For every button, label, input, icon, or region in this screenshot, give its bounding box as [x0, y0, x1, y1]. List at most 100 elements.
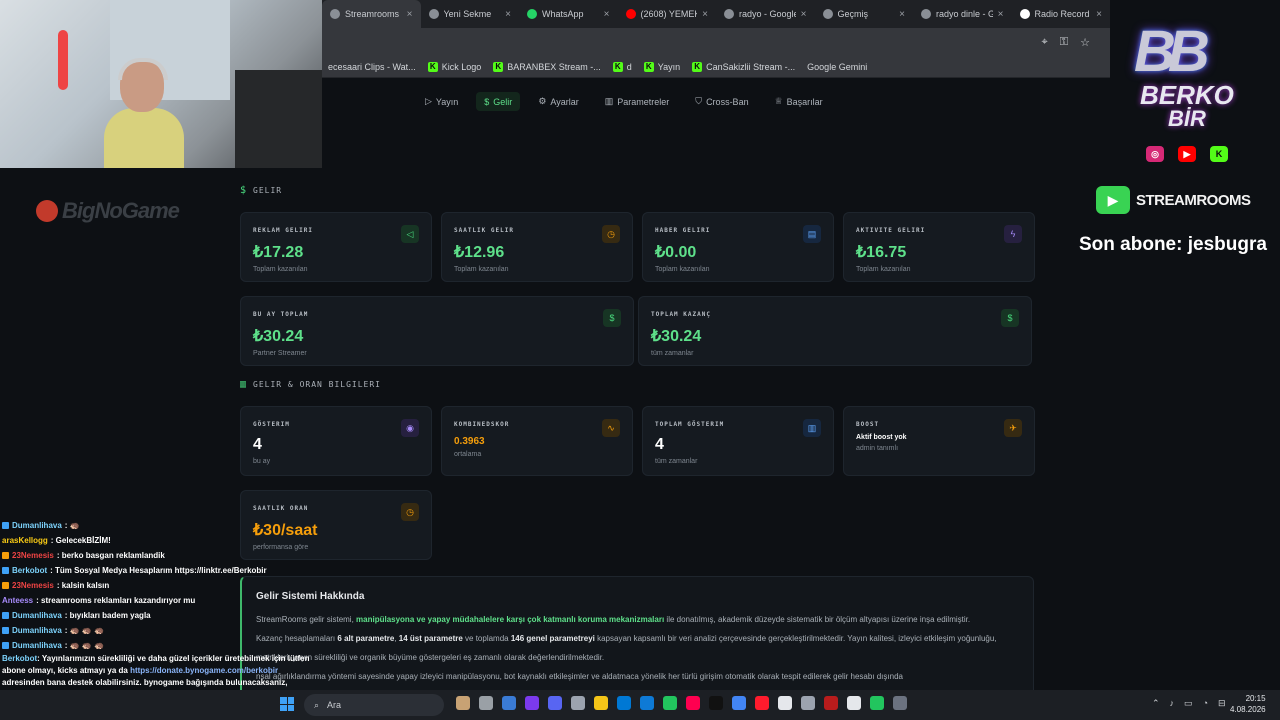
speaker-icon[interactable]: ♪ — [1170, 698, 1175, 709]
tab-yayın[interactable]: ▷ Yayın — [417, 92, 466, 111]
location-icon[interactable]: ⌖ — [1042, 36, 1048, 49]
nav-tab-label: Cross-Ban — [706, 96, 749, 107]
taskbar-app-icon[interactable] — [686, 696, 700, 710]
address-bar[interactable]: ⌖ ⚿ ☆ — [322, 28, 1110, 56]
taskbar-app-icon[interactable] — [479, 696, 493, 710]
tab-parametreler[interactable]: ▥ Parametreler — [597, 92, 678, 111]
taskbar-app-icon[interactable] — [893, 696, 907, 710]
card-icon: ϟ — [1004, 225, 1022, 243]
card-value: ₺12.96 — [454, 244, 505, 261]
bookmark-item[interactable]: K Yayın — [643, 61, 680, 72]
chat-username[interactable]: Dumanlihava — [12, 518, 62, 533]
taskbar-clock[interactable]: 20:15 4.08.2026 — [1230, 693, 1266, 715]
card-icon: $ — [603, 309, 621, 327]
card-label: GÖSTERIM — [253, 421, 290, 428]
taskbar-app-icon[interactable] — [801, 696, 815, 710]
wifi-icon[interactable]: ◔ — [1203, 698, 1208, 709]
close-icon[interactable]: × — [702, 9, 708, 20]
chat-username[interactable]: 23Nemesis — [12, 548, 54, 563]
stream-chat: Dumanlihava: 🦔 arasKellogg: GelecekBİZİM!… — [0, 518, 316, 716]
chat-username[interactable]: Berkobot — [12, 563, 47, 578]
bookmark-label: CanSakizlii Stream -... — [706, 61, 796, 72]
browser-tab[interactable]: (2608) YEMEK × — [618, 0, 717, 28]
dollar-icon: $ — [240, 185, 248, 196]
close-icon[interactable]: × — [899, 9, 905, 20]
bookmark-item[interactable]: Kd — [612, 61, 632, 72]
chat-username[interactable]: Dumanlihava — [12, 638, 62, 653]
chat-username[interactable]: Berkobot — [2, 654, 37, 663]
tab-label: Yeni Sekme — [443, 9, 492, 19]
kick-icon: K — [612, 61, 623, 72]
taskbar-app-icon[interactable] — [778, 696, 792, 710]
chat-text: : kalsin kalsın — [56, 581, 110, 590]
close-icon[interactable]: × — [407, 9, 413, 20]
bookmark-label: ecesaari Clips - Wat... — [328, 61, 416, 72]
bookmark-item[interactable]: K CanSakizlii Stream -... — [692, 61, 796, 72]
taskbar-app-icon[interactable] — [870, 696, 884, 710]
tab-gelir[interactable]: $ Gelir — [476, 92, 521, 111]
browser-tab[interactable]: radyo - Google × — [716, 0, 815, 28]
taskbar-app-icon[interactable] — [824, 696, 838, 710]
donate-link[interactable]: https://donate.bynogame.com/berkobir — [130, 666, 278, 675]
browser-tab[interactable]: Yeni Sekme × — [421, 0, 520, 28]
card-icon: $ — [1001, 309, 1019, 327]
start-button[interactable] — [280, 697, 294, 711]
taskbar-app-icon[interactable] — [525, 696, 539, 710]
taskbar-app-icon[interactable] — [847, 696, 861, 710]
browser-tab[interactable]: Streamrooms × — [322, 0, 421, 28]
income-section-title: $ GELIR — [240, 185, 282, 196]
taskbar-app-icon[interactable] — [755, 696, 769, 710]
stat-card: TOPLAM KAZANÇ ₺30.24 tüm zamanlar $ — [638, 296, 1032, 366]
chat-username[interactable]: Dumanlihava — [12, 608, 62, 623]
taskbar-app-icon[interactable] — [594, 696, 608, 710]
taskbar-app-icon[interactable] — [502, 696, 516, 710]
bookmark-item[interactable]: K Kick Logo — [427, 61, 481, 72]
chat-username[interactable]: arasKellogg — [2, 533, 48, 548]
search-icon: ⌕ — [314, 699, 320, 710]
close-icon[interactable]: × — [1096, 9, 1102, 20]
info-p2-bold-f: 146 genel parametreyi — [510, 634, 595, 643]
browser-tab[interactable]: Radio Record × — [1012, 0, 1111, 28]
chevron-up-icon[interactable]: ⌃ — [1152, 698, 1160, 709]
taskbar-app-icon[interactable] — [709, 696, 723, 710]
close-icon[interactable]: × — [505, 9, 511, 20]
taskbar-app-icon[interactable] — [456, 696, 470, 710]
tab-başarılar[interactable]: ♕ Başarılar — [767, 92, 831, 111]
close-icon[interactable]: × — [998, 9, 1004, 20]
chat-message: arasKellogg: GelecekBİZİM! — [0, 533, 316, 548]
browser-tab[interactable]: WhatsApp × — [519, 0, 618, 28]
key-icon[interactable]: ⚿ — [1060, 36, 1068, 49]
battery-icon[interactable]: ▭ — [1184, 698, 1193, 709]
card-label: TOPLAM KAZANÇ — [651, 311, 711, 318]
star-icon[interactable]: ☆ — [1080, 36, 1090, 49]
browser-tab[interactable]: Geçmiş × — [815, 0, 914, 28]
info-title: Gelir Sistemi Hakkında — [256, 591, 365, 602]
bookmark-item[interactable]: K BARANBEX Stream -... — [493, 61, 601, 72]
taskbar-app-icon[interactable] — [663, 696, 677, 710]
notification-icon[interactable]: ⊟ — [1218, 698, 1226, 709]
taskbar-app-icon[interactable] — [640, 696, 654, 710]
close-icon[interactable]: × — [801, 9, 807, 20]
card-value: 4 — [253, 436, 262, 453]
taskbar-app-icon[interactable] — [571, 696, 585, 710]
chat-text: : streamrooms reklamları kazandırıyor mu — [36, 596, 196, 605]
chat-badge-icon — [2, 552, 9, 559]
tab-label: (2608) YEMEK — [640, 9, 698, 19]
chat-username[interactable]: 23Nemesis — [12, 578, 54, 593]
taskbar-search[interactable]: ⌕ Ara — [304, 694, 444, 716]
tab-ayarlar[interactable]: ⚙ Ayarlar — [530, 92, 586, 111]
close-icon[interactable]: × — [604, 9, 610, 20]
chat-badge-icon — [2, 642, 9, 649]
bookmark-item[interactable]: Google Gemini — [807, 62, 867, 72]
windows-taskbar: ⌕ Ara ⌃ ♪ ▭ ◔ ⊟ 20:15 4.08.2026 — [0, 690, 1280, 720]
taskbar-app-icon[interactable] — [548, 696, 562, 710]
taskbar-app-icon[interactable] — [617, 696, 631, 710]
chat-username[interactable]: Dumanlihava — [12, 623, 62, 638]
browser-tab[interactable]: radyo dinle - G × — [913, 0, 1012, 28]
chat-username[interactable]: Anteess — [2, 593, 33, 608]
bookmark-item[interactable]: ecesaari Clips - Wat... — [328, 62, 416, 72]
card-subtext: Toplam kazanılan — [454, 266, 509, 273]
tab-cross-ban[interactable]: ⛉ Cross-Ban — [687, 92, 756, 111]
card-label: SAATLIK ORAN — [253, 505, 309, 512]
taskbar-app-icon[interactable] — [732, 696, 746, 710]
